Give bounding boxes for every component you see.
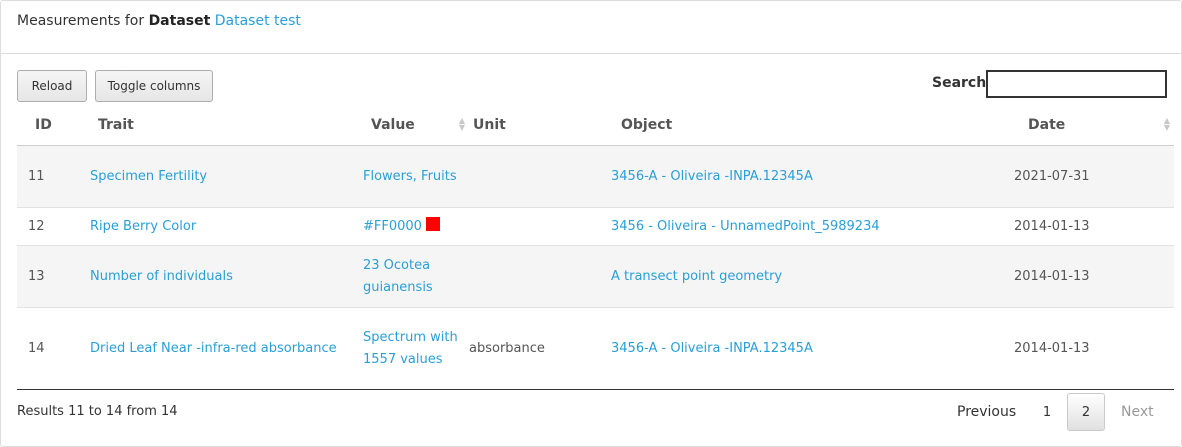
trait-link[interactable]: Specimen Fertility <box>90 169 207 184</box>
object-link[interactable]: 3456 - Oliveira - UnnamedPoint_5989234 <box>611 219 880 234</box>
results-info: Results 11 to 14 from 14 <box>17 404 178 419</box>
cell-date: 2014-01-13 <box>1014 307 1174 390</box>
table-row: 13 Number of individuals 23 Ocotea guian… <box>17 245 1174 308</box>
cell-date: 2014-01-13 <box>1014 245 1174 308</box>
value-link[interactable]: Flowers, Fruits <box>363 169 457 184</box>
cell-unit <box>469 145 611 208</box>
pagination-page-2-current[interactable]: 2 <box>1067 393 1105 431</box>
search-label: Search <box>932 75 987 91</box>
measurements-table: ID Trait Value ▲ ▼ Unit Object Date ▲ ▼ 11… <box>17 105 1174 390</box>
reload-button[interactable]: Reload <box>17 70 87 102</box>
column-header-value[interactable]: Value ▲ ▼ <box>363 105 469 146</box>
search-input[interactable] <box>986 70 1167 98</box>
column-header-unit[interactable]: Unit <box>469 105 611 146</box>
cell-id: 11 <box>17 145 90 208</box>
pagination-page-1[interactable]: 1 <box>1031 393 1063 431</box>
dataset-link[interactable]: Dataset test <box>215 13 301 29</box>
column-header-date[interactable]: Date ▲ ▼ <box>1014 105 1174 146</box>
panel-heading: Measurements for Dataset Dataset test <box>1 1 1181 54</box>
table-row: 14 Dried Leaf Near -infra-red absorbance… <box>17 307 1174 390</box>
table-row: 12 Ripe Berry Color #FF0000 3456 - Olive… <box>17 207 1174 246</box>
toggle-columns-button[interactable]: Toggle columns <box>95 70 213 102</box>
trait-link[interactable]: Ripe Berry Color <box>90 219 196 234</box>
color-swatch <box>425 216 440 231</box>
sort-arrows-icon: ▲ ▼ <box>458 116 465 132</box>
measurements-panel: Measurements for Dataset Dataset test Re… <box>0 0 1182 447</box>
column-header-id[interactable]: ID <box>17 105 90 146</box>
trait-link[interactable]: Dried Leaf Near -infra-red absorbance <box>90 341 337 356</box>
table-row: 11 Specimen Fertility Flowers, Fruits 34… <box>17 145 1174 208</box>
object-link[interactable]: 3456-A - Oliveira -INPA.12345A <box>611 341 813 356</box>
object-link[interactable]: 3456-A - Oliveira -INPA.12345A <box>611 169 813 184</box>
cell-id: 12 <box>17 207 90 246</box>
sort-arrows-icon: ▲ ▼ <box>1163 116 1170 132</box>
cell-unit: absorbance <box>469 307 611 390</box>
column-header-object[interactable]: Object <box>611 105 1014 146</box>
pagination-previous[interactable]: Previous <box>957 404 1016 420</box>
value-link[interactable]: Spectrum with 1557 values <box>363 330 458 367</box>
trait-link[interactable]: Number of individuals <box>90 269 233 284</box>
cell-unit <box>469 245 611 308</box>
object-link[interactable]: A transect point geometry <box>611 269 782 284</box>
cell-date: 2014-01-13 <box>1014 207 1174 246</box>
value-link[interactable]: #FF0000 <box>363 219 422 234</box>
cell-date: 2021-07-31 <box>1014 145 1174 208</box>
page-title: Measurements for Dataset Dataset test <box>17 13 301 29</box>
value-link[interactable]: 23 Ocotea guianensis <box>363 258 433 295</box>
pagination-next: Next <box>1121 404 1154 420</box>
cell-id: 14 <box>17 307 90 390</box>
title-entity-type: Dataset <box>148 13 211 29</box>
cell-id: 13 <box>17 245 90 308</box>
cell-unit <box>469 207 611 246</box>
table-header-row: ID Trait Value ▲ ▼ Unit Object Date ▲ ▼ <box>17 105 1174 146</box>
column-header-trait[interactable]: Trait <box>90 105 363 146</box>
title-prefix: Measurements for <box>17 13 145 29</box>
